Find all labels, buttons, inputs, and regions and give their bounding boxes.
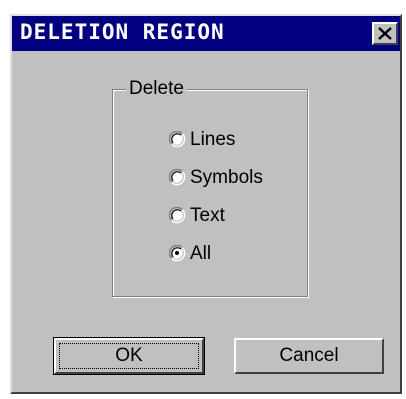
delete-group-label: Delete [126, 78, 187, 100]
radio-text[interactable]: Text [169, 204, 225, 228]
radio-all[interactable]: All [169, 242, 211, 266]
radio-button-icon[interactable] [169, 207, 187, 225]
radio-label-symbols: Symbols [190, 167, 263, 188]
radio-button-icon[interactable] [169, 245, 187, 263]
close-icon [378, 27, 392, 40]
dialog-title: DELETION REGION [20, 20, 225, 44]
radio-label-text: Text [190, 205, 225, 226]
close-button[interactable] [372, 22, 398, 45]
dialog-window: DELETION REGION Delete Lines Symbols Tex… [10, 14, 402, 394]
cancel-button[interactable]: Cancel [234, 338, 384, 374]
focus-rectangle [59, 343, 199, 369]
radio-symbols[interactable]: Symbols [169, 166, 263, 190]
ok-button[interactable]: OK [53, 337, 205, 375]
radio-label-all: All [190, 243, 212, 264]
radio-button-icon[interactable] [169, 131, 187, 149]
title-bar[interactable]: DELETION REGION [12, 16, 400, 51]
radio-lines[interactable]: Lines [169, 128, 235, 152]
radio-label-lines: Lines [190, 129, 236, 150]
radio-button-icon[interactable] [169, 169, 187, 187]
cancel-button-label: Cancel [279, 345, 339, 366]
